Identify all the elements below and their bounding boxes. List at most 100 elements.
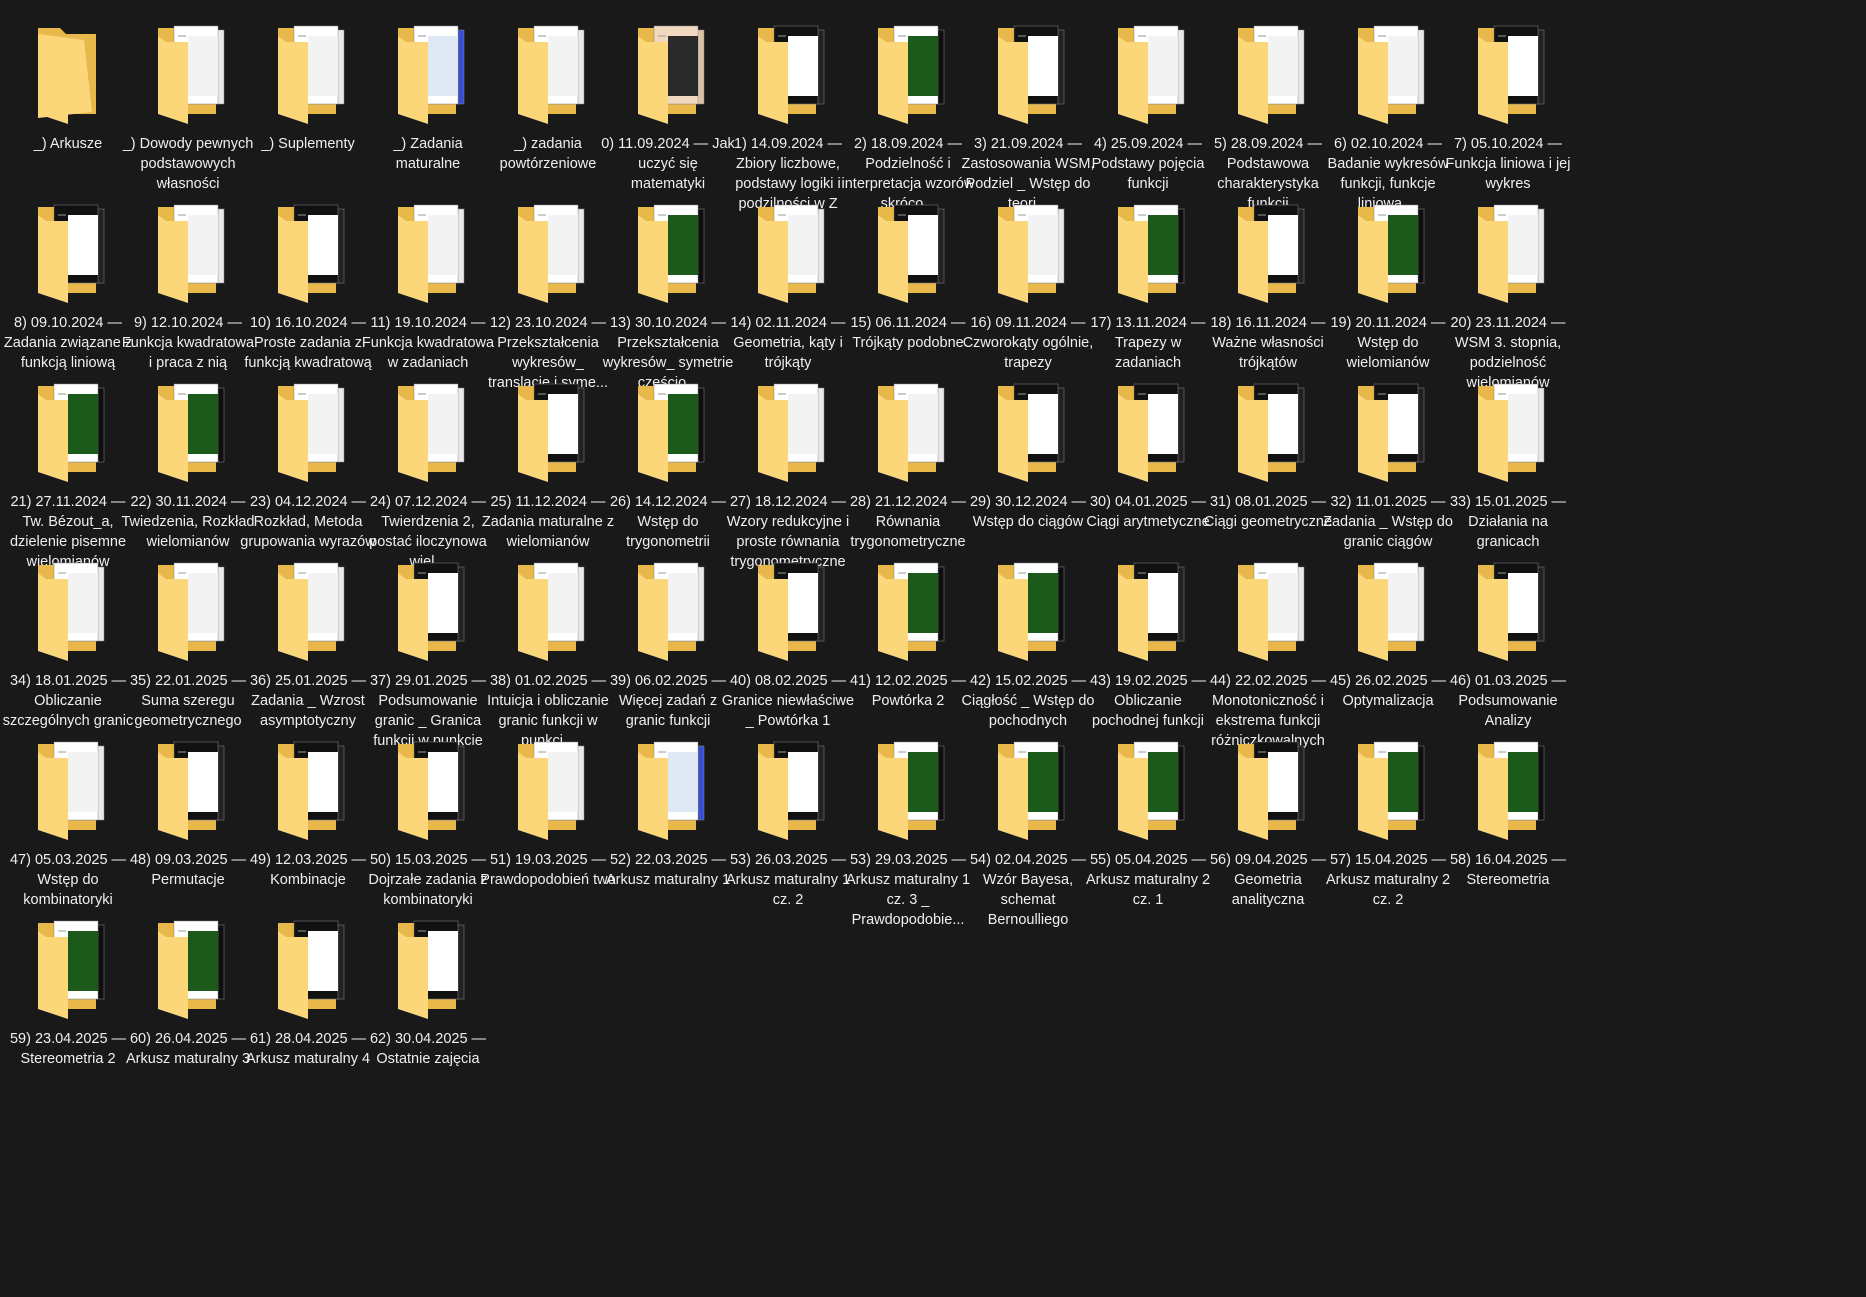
folder-with-documents-icon [1474,22,1554,128]
folder-item[interactable]: 45) 26.02.2025 — Optymalizacja [1320,537,1456,743]
folder-item[interactable]: _) Suplementy [240,0,376,206]
folder-with-documents-icon [34,559,114,665]
folder-item[interactable]: 24) 07.12.2024 — Twierdzenia 2, postać i… [360,358,496,570]
folder-item[interactable]: 0) 11.09.2024 — Jak uczyć się matematyki [600,0,736,206]
folder-item[interactable]: 56) 09.04.2025 — Geometria analityczna [1200,716,1336,922]
folder-label: 55) 05.04.2025 — Arkusz maturalny 2 cz. … [1085,852,1211,908]
folder-item[interactable]: 60) 26.04.2025 — Arkusz maturalny 3 [120,895,256,1101]
folder-item[interactable]: 7) 05.10.2024 — Funkcja liniowa i jej wy… [1440,0,1576,206]
folder-item[interactable]: 19) 20.11.2024 — Wstęp do wielomianów [1320,179,1456,385]
folder-item[interactable]: 16) 09.11.2024 — Czworokąty ogólnie, tra… [960,179,1096,385]
folder-item[interactable]: 52) 22.03.2025 — Arkusz maturalny 1 [600,716,736,922]
folder-with-documents-icon [274,738,354,844]
folder-label: 51) 19.03.2025 — Prawdopodobień two [480,852,616,888]
folder-item[interactable]: 58) 16.04.2025 — Stereometria [1440,716,1576,922]
folder-item[interactable]: 47) 05.03.2025 — Wstęp do kombinatoryki [0,716,136,922]
folder-item[interactable]: 21) 27.11.2024 — Tw. Bézout_a, dzielenie… [0,358,136,570]
folder-item[interactable]: 59) 23.04.2025 — Stereometria 2 [0,895,136,1101]
folder-item[interactable]: 39) 06.02.2025 — Więcej zadań z granic f… [600,537,736,743]
folder-item[interactable]: 29) 30.12.2024 — Wstęp do ciągów [960,358,1096,564]
folder-item[interactable]: 2) 18.09.2024 — Podzielność i interpreta… [840,0,976,212]
folder-item[interactable]: 6) 02.10.2024 — Badanie wykresów funkcji… [1320,0,1456,212]
folder-item[interactable]: 10) 16.10.2024 — Proste zadania z funkcj… [240,179,376,385]
folder-label: 53) 29.03.2025 — Arkusz maturalny 1 cz. … [845,852,971,928]
folder-item[interactable]: 25) 11.12.2024 — Zadania maturalne z wie… [480,358,616,564]
folder-item[interactable]: 53) 29.03.2025 — Arkusz maturalny 1 cz. … [840,716,976,928]
folder-item[interactable]: 44) 22.02.2025 — Monotoniczność i ekstre… [1200,537,1336,749]
folder-item[interactable]: 22) 30.11.2024 — Twiedzenia, Rozkład wie… [120,358,256,564]
folder-item[interactable]: 4) 25.09.2024 — Podstawy pojęcia funkcji [1080,0,1216,206]
folder-item[interactable]: _) Arkusze [0,0,136,206]
folder-item[interactable]: 13) 30.10.2024 — Przekształcenia wykresó… [600,179,736,391]
folder-item[interactable]: 48) 09.03.2025 — Permutacje [120,716,256,922]
folder-item[interactable]: 33) 15.01.2025 — Działania na granicach [1440,358,1576,564]
folder-label: _) Arkusze [33,136,103,152]
folder-item[interactable]: _) Dowody pewnych podstawowych własności [120,0,256,206]
folder-with-documents-icon [34,201,114,307]
folder-item[interactable]: 27) 18.12.2024 — Wzory redukcyjne i pros… [720,358,856,570]
folder-item[interactable]: 26) 14.12.2024 — Wstęp do trygonometrii [600,358,736,564]
folder-item[interactable]: 40) 08.02.2025 — Granice niewłaściwe _ P… [720,537,856,743]
folder-item[interactable]: 18) 16.11.2024 — Ważne własności trójkąt… [1200,179,1336,385]
folder-item[interactable]: 51) 19.03.2025 — Prawdopodobień two [480,716,616,922]
folder-label: 30) 04.01.2025 — Ciągi arytmetyczne [1086,494,1210,530]
folder-item[interactable]: 62) 30.04.2025 — Ostatnie zajęcia [360,895,496,1101]
folder-item[interactable]: 14) 02.11.2024 — Geometria, kąty i trójk… [720,179,856,385]
folder-item[interactable]: 61) 28.04.2025 — Arkusz maturalny 4 [240,895,376,1101]
folder-item[interactable]: 30) 04.01.2025 — Ciągi arytmetyczne [1080,358,1216,564]
folder-with-documents-icon [394,22,474,128]
folder-item[interactable]: 50) 15.03.2025 — Dojrzałe zadania z komb… [360,716,496,922]
folder-item[interactable]: 36) 25.01.2025 — Zadania _ Wzrost asympt… [240,537,376,743]
folder-item[interactable]: 5) 28.09.2024 — Podstawowa charakterysty… [1200,0,1336,212]
folder-with-documents-icon [994,201,1074,307]
folder-item[interactable]: 54) 02.04.2025 — Wzór Bayesa, schemat Be… [960,716,1096,928]
folder-item[interactable]: 17) 13.11.2024 — Trapezy w zadaniach [1080,179,1216,385]
folder-with-documents-icon [994,22,1074,128]
folder-item[interactable]: 31) 08.01.2025 — Ciągi geometryczne [1200,358,1336,564]
folder-with-documents-icon [514,738,594,844]
folder-item[interactable]: 42) 15.02.2025 — Ciągłość _ Wstęp do poc… [960,537,1096,743]
folder-with-documents-icon [874,380,954,486]
folder-item[interactable]: _) Zadania maturalne [360,0,496,206]
folder-with-documents-icon [754,559,834,665]
folder-with-documents-icon [994,380,1074,486]
folder-item[interactable]: 53) 26.03.2025 — Arkusz maturalny 1 cz. … [720,716,856,922]
folder-with-documents-icon [154,380,234,486]
folder-with-documents-icon [274,22,354,128]
folder-label: 56) 09.04.2025 — Geometria analityczna [1209,852,1327,908]
folder-with-documents-icon [1354,201,1434,307]
folder-item[interactable]: 11) 19.10.2024 — Funkcja kwadratowa w za… [360,179,496,385]
folder-item[interactable]: 32) 11.01.2025 — Zadania _ Wstęp do gran… [1320,358,1456,564]
folder-item[interactable]: 35) 22.01.2025 — Suma szeregu geometrycz… [120,537,256,743]
folder-item[interactable]: 9) 12.10.2024 — Funkcja kwadratowa i pra… [120,179,256,385]
folder-with-documents-icon [994,559,1074,665]
folder-with-documents-icon [1474,559,1554,665]
folder-with-documents-icon [154,201,234,307]
folder-with-documents-icon [874,738,954,844]
folder-item[interactable]: _) zadania powtórzeniowe [480,0,616,206]
folder-item[interactable]: 37) 29.01.2025 — Podsumowanie granic _ G… [360,537,496,749]
folder-item[interactable]: 34) 18.01.2025 — Obliczanie szczególnych… [0,537,136,743]
folder-with-documents-icon [634,738,714,844]
folder-item[interactable]: 20) 23.11.2024 — WSM 3. stopnia, podziel… [1440,179,1576,391]
folder-item[interactable]: 15) 06.11.2024 — Trójkąty podobne [840,179,976,385]
folder-with-documents-icon [1114,559,1194,665]
folder-item[interactable]: 43) 19.02.2025 — Obliczanie pochodnej fu… [1080,537,1216,743]
folder-item[interactable]: 41) 12.02.2025 — Powtórka 2 [840,537,976,743]
folder-item[interactable]: 23) 04.12.2024 — Rozkład, Metoda grupowa… [240,358,376,564]
folder-with-documents-icon [1114,201,1194,307]
folder-item[interactable]: 46) 01.03.2025 — Podsumowanie Analizy [1440,537,1576,743]
folder-with-documents-icon [514,22,594,128]
folder-with-documents-icon [634,559,714,665]
folder-item[interactable]: 12) 23.10.2024 — Przekształcenia wykresó… [480,179,616,391]
folder-label: 59) 23.04.2025 — Stereometria 2 [9,1031,127,1067]
folder-with-documents-icon [1234,201,1314,307]
folder-item[interactable]: 38) 01.02.2025 — Intuicja i obliczanie g… [480,537,616,749]
folder-item[interactable]: 1) 14.09.2024 — Zbiory liczbowe, podstaw… [720,0,856,212]
folder-item[interactable]: 49) 12.03.2025 — Kombinacje [240,716,376,922]
folder-item[interactable]: 55) 05.04.2025 — Arkusz maturalny 2 cz. … [1080,716,1216,922]
folder-item[interactable]: 8) 09.10.2024 — Zadania związane z funkc… [0,179,136,385]
folder-item[interactable]: 57) 15.04.2025 — Arkusz maturalny 2 cz. … [1320,716,1456,922]
folder-item[interactable]: 28) 21.12.2024 — Równania trygonometrycz… [840,358,976,564]
folder-item[interactable]: 3) 21.09.2024 — Zastosowania WSM, Podzie… [960,0,1096,212]
